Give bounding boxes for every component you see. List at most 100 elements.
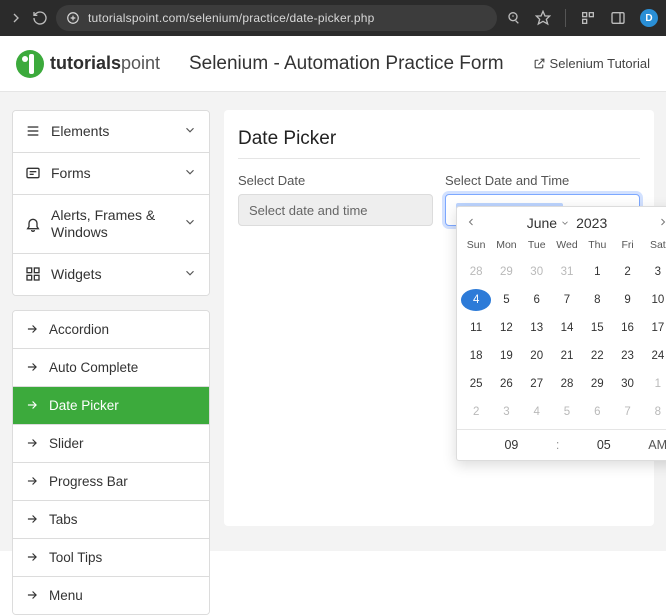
sidebar-sections: Elements Forms Alerts, Frames & Windows [12,110,210,296]
calendar-day[interactable]: 10 [643,289,666,311]
nav-forward-icon[interactable] [8,10,24,26]
calendar-day[interactable]: 6 [522,289,552,311]
time-minute[interactable]: 05 [559,438,648,452]
calendar-day[interactable]: 28 [552,373,582,395]
dow-header: Sun [461,237,491,255]
calendar-day[interactable]: 3 [491,401,521,423]
profile-avatar[interactable]: D [640,9,658,27]
widget-item-accordion[interactable]: Accordion [13,311,209,349]
year-select[interactable]: 2023 [576,215,607,231]
calendar-day[interactable]: 2 [461,401,491,423]
calendar-day[interactable]: 17 [643,317,666,339]
chevron-down-icon [183,215,197,232]
widgets-icon [25,266,41,282]
calendar-day[interactable]: 25 [461,373,491,395]
calendar-day[interactable]: 21 [552,345,582,367]
calendar-day[interactable]: 3 [643,261,666,283]
search-tab-icon[interactable] [505,10,521,26]
calendar-day[interactable]: 7 [612,401,642,423]
dow-header: Thu [582,237,612,255]
browser-actions: D [505,9,658,27]
calendar-day[interactable]: 16 [612,317,642,339]
sidebar-section-widgets[interactable]: Widgets [13,254,209,295]
calendar-day[interactable]: 13 [522,317,552,339]
calendar-day[interactable]: 1 [582,261,612,283]
main-panel: Date Picker Select Date Select date and … [224,110,654,526]
calendar-day[interactable]: 27 [522,373,552,395]
arrow-right-icon [25,398,39,412]
calendar-grid: SunMonTueWedThuFriSat2829303112345678910… [457,233,666,429]
time-hour[interactable]: 09 [467,438,556,452]
bookmark-star-icon[interactable] [535,10,551,26]
calendar-day[interactable]: 5 [552,401,582,423]
time-ampm[interactable]: AM [648,438,666,452]
calendar-day[interactable]: 12 [491,317,521,339]
calendar-day[interactable]: 1 [643,373,666,395]
calendar-day[interactable]: 14 [552,317,582,339]
widget-item-tabs[interactable]: Tabs [13,501,209,539]
chevron-down-icon [183,165,197,182]
browser-toolbar: tutorialspoint.com/selenium/practice/dat… [0,0,666,36]
next-month-button[interactable] [657,216,666,231]
calendar-day[interactable]: 5 [491,289,521,311]
widget-item-slider[interactable]: Slider [13,425,209,463]
calendar-day[interactable]: 4 [461,289,491,311]
datepicker-popover: June 2023 SunMonTueWedThuFriSat282930311… [456,206,666,461]
form-icon [25,165,41,181]
prev-month-button[interactable] [465,216,477,231]
list-icon [25,123,41,139]
logo-text: tutorialspoint [50,53,160,74]
divider [238,158,640,159]
calendar-day[interactable]: 26 [491,373,521,395]
selenium-tutorial-link[interactable]: Selenium Tutorial [533,56,650,71]
calendar-day[interactable]: 30 [522,261,552,283]
site-info-icon[interactable] [66,11,80,25]
calendar-day[interactable]: 28 [461,261,491,283]
widget-item-progress-bar[interactable]: Progress Bar [13,463,209,501]
arrow-right-icon [25,474,39,488]
calendar-day[interactable]: 18 [461,345,491,367]
calendar-day[interactable]: 24 [643,345,666,367]
calendar-day[interactable]: 2 [612,261,642,283]
calendar-day[interactable]: 11 [461,317,491,339]
calendar-day[interactable]: 9 [612,289,642,311]
calendar-day[interactable]: 22 [582,345,612,367]
calendar-day[interactable]: 30 [612,373,642,395]
widget-item-date-picker[interactable]: Date Picker [13,387,209,425]
month-select[interactable]: June [527,215,570,231]
sidebar-section-elements[interactable]: Elements [13,111,209,153]
calendar-day[interactable]: 23 [612,345,642,367]
nav-reload-icon[interactable] [32,10,48,26]
address-bar[interactable]: tutorialspoint.com/selenium/practice/dat… [56,5,497,31]
label-select-date: Select Date [238,173,433,188]
widget-item-tool-tips[interactable]: Tool Tips [13,539,209,577]
calendar-day[interactable]: 29 [582,373,612,395]
calendar-day[interactable]: 31 [552,261,582,283]
page-title: Selenium - Automation Practice Form [176,53,516,75]
sidebar-section-alerts[interactable]: Alerts, Frames & Windows [13,195,209,254]
select-date-input[interactable]: Select date and time [238,194,433,226]
extensions-icon[interactable] [580,10,596,26]
calendar-day[interactable]: 6 [582,401,612,423]
calendar-day[interactable]: 8 [582,289,612,311]
calendar-day[interactable]: 19 [491,345,521,367]
logo[interactable]: tutorialspoint [16,50,160,78]
calendar-day[interactable]: 8 [643,401,666,423]
arrow-right-icon [25,550,39,564]
sidepanel-icon[interactable] [610,10,626,26]
dow-header: Sat [643,237,666,255]
widget-item-menu[interactable]: Menu [13,577,209,614]
calendar-day[interactable]: 7 [552,289,582,311]
calendar-day[interactable]: 20 [522,345,552,367]
separator [565,9,566,27]
sidebar-section-forms[interactable]: Forms [13,153,209,195]
widget-item-auto-complete[interactable]: Auto Complete [13,349,209,387]
calendar-day[interactable]: 15 [582,317,612,339]
dow-header: Tue [522,237,552,255]
arrow-right-icon [25,322,39,336]
dow-header: Mon [491,237,521,255]
calendar-day[interactable]: 4 [522,401,552,423]
calendar-day[interactable]: 29 [491,261,521,283]
chevron-down-icon [560,218,570,228]
sidebar: Elements Forms Alerts, Frames & Windows [12,110,210,615]
